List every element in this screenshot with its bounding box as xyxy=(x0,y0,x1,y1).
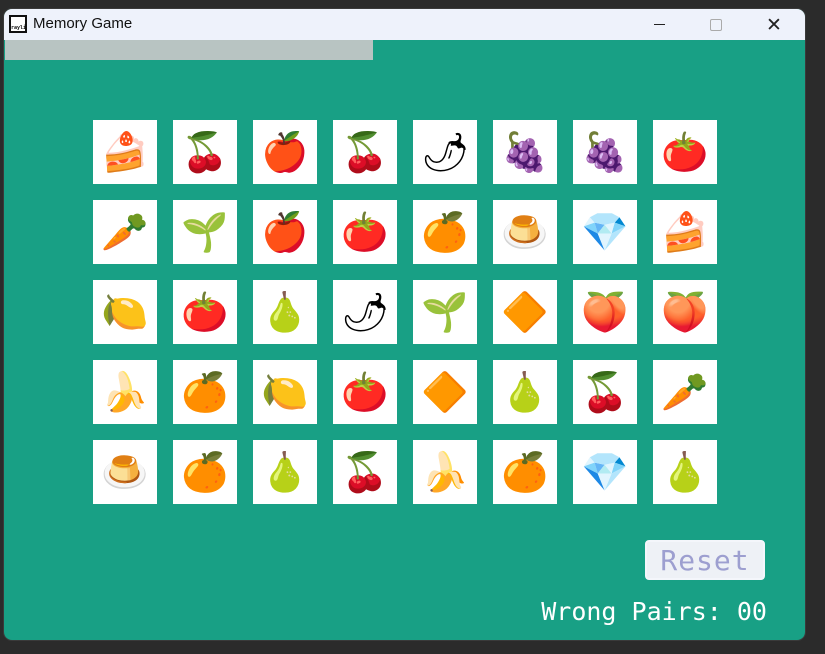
card-jelly[interactable]: 🍮 xyxy=(493,200,557,264)
card-pear[interactable]: 🍐 xyxy=(493,360,557,424)
card-tomato[interactable]: 🍅 xyxy=(333,360,397,424)
card-radish[interactable]: 🌱 xyxy=(173,200,237,264)
orange-gem-icon: 🔶 xyxy=(501,290,549,334)
title-bar[interactable]: raylib Memory Game ✕ xyxy=(4,9,805,40)
progress-bar xyxy=(5,40,373,60)
orange-slice-icon: 🍊 xyxy=(501,450,549,494)
card-grapes[interactable]: 🍇 xyxy=(573,120,637,184)
carrot-icon: 🥕 xyxy=(101,210,149,254)
carrot-icon: 🥕 xyxy=(661,370,709,414)
card-apple-half[interactable]: 🍎 xyxy=(253,120,317,184)
card-apple-half[interactable]: 🍎 xyxy=(253,200,317,264)
card-purple-gem[interactable]: 💎 xyxy=(573,200,637,264)
card-pear-half[interactable]: 🍐 xyxy=(253,440,317,504)
card-jelly[interactable]: 🍮 xyxy=(93,440,157,504)
pear-icon: 🍐 xyxy=(261,290,309,334)
pear-half-icon: 🍐 xyxy=(261,450,309,494)
card-cake[interactable]: 🍰 xyxy=(653,200,717,264)
cake-icon: 🍰 xyxy=(101,130,149,174)
card-tomato[interactable]: 🍅 xyxy=(333,200,397,264)
card-banana[interactable]: 🍌 xyxy=(413,440,477,504)
purple-gem-icon: 💎 xyxy=(581,450,629,494)
card-orange-slice[interactable]: 🍊 xyxy=(493,440,557,504)
card-grid: 🍰 🍒 🍎 🍒 🌶 🍇 🍇 🍅 🥕 🌱 🍎 🍅 🍊 🍮 💎 🍰 🍋 🍅 🍐 🌶 🌱 🔶 🍑 🍑 🍌 🍊 🍋 🍅 🔶 🍐 🍒 🥕 🍮 🍊 🍐 🍒 🍌 🍊 💎 🍐 xyxy=(93,120,717,504)
jelly-icon: 🍮 xyxy=(501,210,549,254)
tomato-icon: 🍅 xyxy=(341,210,389,254)
maximize-button[interactable] xyxy=(693,9,739,40)
orange-slice-icon: 🍊 xyxy=(181,370,229,414)
cherries-icon: 🍒 xyxy=(341,450,389,494)
maximize-icon xyxy=(710,18,722,31)
card-cake[interactable]: 🍰 xyxy=(93,120,157,184)
card-cherries[interactable]: 🍒 xyxy=(333,440,397,504)
lemon-icon: 🍋 xyxy=(261,370,309,414)
orange-icon: 🍊 xyxy=(181,450,229,494)
apple-half-icon: 🍎 xyxy=(261,210,309,254)
card-pear[interactable]: 🍐 xyxy=(253,280,317,344)
grapes-icon: 🍇 xyxy=(581,130,629,174)
pear-half-icon: 🍐 xyxy=(661,450,709,494)
card-orange-slice[interactable]: 🍊 xyxy=(173,360,237,424)
wrong-pairs-counter: Wrong Pairs: 00 xyxy=(541,597,767,626)
card-chili-pepper[interactable]: 🌶 xyxy=(333,280,397,344)
card-carrot[interactable]: 🥕 xyxy=(93,200,157,264)
tomato-icon: 🍅 xyxy=(341,370,389,414)
apple-half-icon: 🍎 xyxy=(261,130,309,174)
peach-half-icon: 🍑 xyxy=(661,290,709,334)
orange-icon: 🍊 xyxy=(421,210,469,254)
banana-icon: 🍌 xyxy=(101,370,149,414)
card-peach-half[interactable]: 🍑 xyxy=(653,280,717,344)
card-orange[interactable]: 🍊 xyxy=(173,440,237,504)
reset-button[interactable]: Reset xyxy=(645,540,765,580)
orange-gem-icon: 🔶 xyxy=(421,370,469,414)
card-cherries[interactable]: 🍒 xyxy=(333,120,397,184)
close-icon: ✕ xyxy=(766,13,782,36)
chili-pepper-icon: 🌶 xyxy=(340,290,390,334)
card-orange-gem[interactable]: 🔶 xyxy=(413,360,477,424)
cake-icon: 🍰 xyxy=(661,210,709,254)
radish-icon: 🌱 xyxy=(181,210,229,254)
card-plum[interactable]: 🍒 xyxy=(173,120,237,184)
card-carrot[interactable]: 🥕 xyxy=(653,360,717,424)
card-orange[interactable]: 🍊 xyxy=(413,200,477,264)
card-chili-pepper[interactable]: 🌶 xyxy=(413,120,477,184)
card-orange-gem[interactable]: 🔶 xyxy=(493,280,557,344)
tomato-half-icon: 🍅 xyxy=(661,130,709,174)
chili-pepper-icon: 🌶 xyxy=(420,130,470,174)
pear-icon: 🍐 xyxy=(501,370,549,414)
radish-icon: 🌱 xyxy=(421,290,469,334)
card-peach-half[interactable]: 🍑 xyxy=(573,280,637,344)
card-grapes[interactable]: 🍇 xyxy=(493,120,557,184)
card-purple-gem[interactable]: 💎 xyxy=(573,440,637,504)
window-title: Memory Game xyxy=(33,15,133,32)
grapes-icon: 🍇 xyxy=(501,130,549,174)
banana-icon: 🍌 xyxy=(421,450,469,494)
card-radish[interactable]: 🌱 xyxy=(413,280,477,344)
card-lemon[interactable]: 🍋 xyxy=(93,280,157,344)
jelly-icon: 🍮 xyxy=(101,450,149,494)
raylib-app-icon: raylib xyxy=(9,15,27,33)
game-window: raylib Memory Game ✕ 🍰 🍒 🍎 🍒 🌶 🍇 🍇 🍅 🥕 🌱 🍎 🍅 🍊 🍮 💎 🍰 🍋 🍅 🍐… xyxy=(4,9,805,640)
card-tomato-half[interactable]: 🍅 xyxy=(653,120,717,184)
lemon-icon: 🍋 xyxy=(101,290,149,334)
minimize-button[interactable] xyxy=(636,9,682,40)
close-button[interactable]: ✕ xyxy=(751,9,797,40)
card-tomato-half[interactable]: 🍅 xyxy=(173,280,237,344)
minimize-icon xyxy=(653,24,665,25)
tomato-half-icon: 🍅 xyxy=(181,290,229,334)
card-lemon[interactable]: 🍋 xyxy=(253,360,317,424)
plum-icon: 🍒 xyxy=(181,130,229,174)
card-banana[interactable]: 🍌 xyxy=(93,360,157,424)
peach-half-icon: 🍑 xyxy=(581,290,629,334)
purple-gem-icon: 💎 xyxy=(581,210,629,254)
cherries-icon: 🍒 xyxy=(341,130,389,174)
card-plum[interactable]: 🍒 xyxy=(573,360,637,424)
plum-icon: 🍒 xyxy=(581,370,629,414)
card-pear-half[interactable]: 🍐 xyxy=(653,440,717,504)
